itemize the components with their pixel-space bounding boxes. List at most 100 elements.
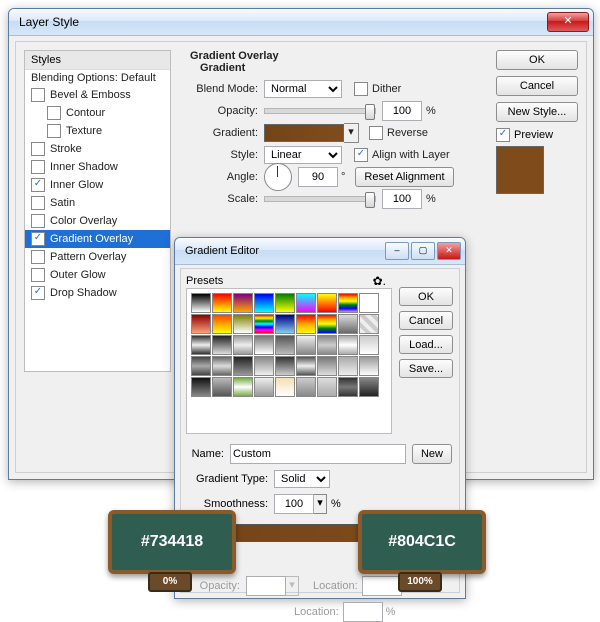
preset-swatch[interactable]	[191, 377, 211, 397]
preset-swatch[interactable]	[254, 377, 274, 397]
preset-swatch[interactable]	[212, 314, 232, 334]
preset-swatch[interactable]	[296, 314, 316, 334]
opacity-slider[interactable]	[264, 108, 376, 114]
checkbox[interactable]	[31, 214, 45, 228]
preset-swatch[interactable]	[191, 314, 211, 334]
dither-checkbox[interactable]	[354, 82, 368, 96]
preset-swatch[interactable]	[359, 335, 379, 355]
preset-swatch[interactable]	[212, 335, 232, 355]
reset-alignment-button[interactable]: Reset Alignment	[355, 167, 453, 187]
preset-swatch[interactable]	[296, 356, 316, 376]
checkbox[interactable]	[31, 142, 45, 156]
checkbox[interactable]	[47, 124, 61, 138]
preset-swatch[interactable]	[275, 377, 295, 397]
preset-swatch[interactable]	[212, 293, 232, 313]
titlebar[interactable]: Gradient Editor – ▢ ✕	[175, 238, 465, 265]
preset-swatch[interactable]	[233, 293, 253, 313]
preset-swatch[interactable]	[338, 314, 358, 334]
style-item[interactable]: Satin	[25, 194, 170, 212]
preset-swatch[interactable]	[359, 356, 379, 376]
minimize-icon[interactable]: –	[385, 242, 409, 260]
opacity-input[interactable]	[382, 101, 422, 121]
checkbox[interactable]: ✓	[31, 286, 45, 300]
preview-checkbox[interactable]: ✓	[496, 128, 510, 142]
style-item[interactable]: Outer Glow	[25, 266, 170, 284]
checkbox[interactable]: ✓	[31, 232, 45, 246]
preset-swatch[interactable]	[338, 335, 358, 355]
preset-swatch[interactable]	[317, 356, 337, 376]
style-item[interactable]: ✓Drop Shadow	[25, 284, 170, 302]
style-item[interactable]: Color Overlay	[25, 212, 170, 230]
preset-swatch[interactable]	[359, 314, 379, 334]
maximize-icon[interactable]: ▢	[411, 242, 435, 260]
preset-swatch[interactable]	[338, 377, 358, 397]
load-button[interactable]: Load...	[399, 335, 453, 354]
preset-swatch[interactable]	[275, 293, 295, 313]
preset-swatch[interactable]	[317, 377, 337, 397]
preset-swatch[interactable]	[191, 356, 211, 376]
style-item[interactable]: Inner Shadow	[25, 158, 170, 176]
style-item[interactable]: Texture	[25, 122, 170, 140]
close-icon[interactable]: ✕	[437, 242, 461, 260]
checkbox[interactable]	[31, 160, 45, 174]
ok-button[interactable]: OK	[399, 287, 453, 306]
angle-wheel[interactable]	[264, 163, 292, 191]
preset-swatch[interactable]	[317, 314, 337, 334]
new-style-button[interactable]: New Style...	[496, 102, 578, 122]
reverse-checkbox[interactable]	[369, 126, 383, 140]
gradient-preview[interactable]	[264, 124, 344, 142]
style-item[interactable]: ✓Inner Glow	[25, 176, 170, 194]
checkbox[interactable]	[31, 268, 45, 282]
ok-button[interactable]: OK	[496, 50, 578, 70]
cancel-button[interactable]: Cancel	[496, 76, 578, 96]
gradient-dropdown-icon[interactable]: ▾	[344, 123, 359, 143]
preset-swatch[interactable]	[254, 335, 274, 355]
checkbox[interactable]	[31, 196, 45, 210]
preset-swatch[interactable]	[254, 314, 274, 334]
gradient-type-select[interactable]: Solid	[274, 470, 330, 488]
preset-swatch[interactable]	[191, 293, 211, 313]
preset-swatch[interactable]	[359, 377, 379, 397]
blending-options-row[interactable]: Blending Options: Default	[25, 70, 170, 86]
new-button[interactable]: New	[412, 444, 452, 464]
preset-swatch[interactable]	[233, 335, 253, 355]
checkbox[interactable]	[47, 106, 61, 120]
presets-menu-icon[interactable]: ✿.	[373, 274, 386, 288]
style-item[interactable]: Bevel & Emboss	[25, 86, 170, 104]
preset-swatch[interactable]	[317, 335, 337, 355]
preset-swatch[interactable]	[275, 356, 295, 376]
preset-swatch[interactable]	[275, 335, 295, 355]
scale-slider[interactable]	[264, 196, 376, 202]
preset-swatch[interactable]	[191, 335, 211, 355]
preset-swatch[interactable]	[275, 314, 295, 334]
close-button[interactable]: ✕	[547, 12, 589, 32]
style-item[interactable]: Contour	[25, 104, 170, 122]
preset-swatch[interactable]	[254, 293, 274, 313]
preset-swatch[interactable]	[254, 356, 274, 376]
preset-swatch[interactable]	[212, 377, 232, 397]
preset-swatch[interactable]	[338, 356, 358, 376]
preset-swatch[interactable]	[317, 293, 337, 313]
preset-swatch[interactable]	[296, 377, 316, 397]
style-select[interactable]: Linear	[264, 146, 342, 164]
titlebar[interactable]: Layer Style ✕	[9, 9, 593, 36]
save-button[interactable]: Save...	[399, 359, 453, 378]
style-item[interactable]: Stroke	[25, 140, 170, 158]
preset-swatch[interactable]	[359, 293, 379, 313]
align-checkbox[interactable]: ✓	[354, 148, 368, 162]
cancel-button[interactable]: Cancel	[399, 311, 453, 330]
style-item[interactable]: Pattern Overlay	[25, 248, 170, 266]
checkbox[interactable]	[31, 250, 45, 264]
scale-input[interactable]	[382, 189, 422, 209]
preset-swatch[interactable]	[233, 377, 253, 397]
preset-swatch[interactable]	[296, 335, 316, 355]
preset-swatch[interactable]	[296, 293, 316, 313]
blend-mode-select[interactable]: Normal	[264, 80, 342, 98]
preset-swatch[interactable]	[212, 356, 232, 376]
angle-input[interactable]	[298, 167, 338, 187]
checkbox[interactable]	[31, 88, 45, 102]
checkbox[interactable]: ✓	[31, 178, 45, 192]
preset-swatch[interactable]	[233, 314, 253, 334]
style-item[interactable]: ✓Gradient Overlay	[25, 230, 170, 248]
name-input[interactable]	[230, 444, 406, 464]
